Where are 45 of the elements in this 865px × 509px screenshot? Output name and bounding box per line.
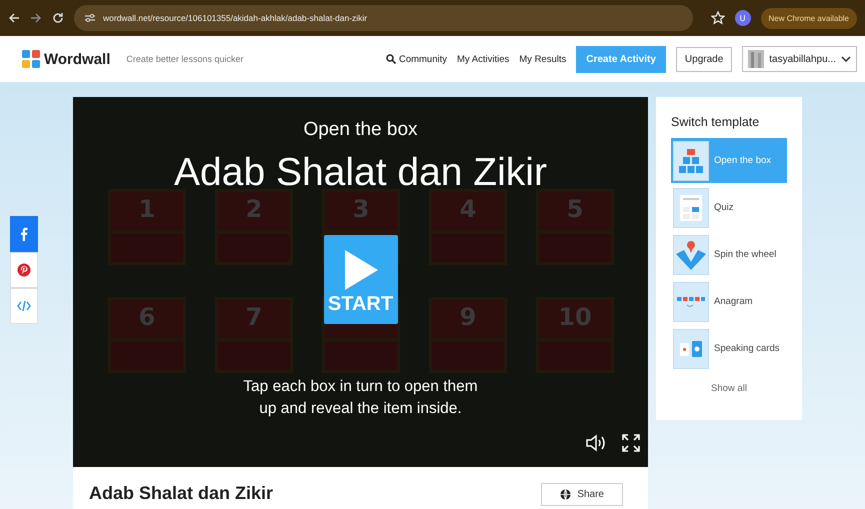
template-option[interactable]: Spin the wheel	[671, 232, 787, 277]
chevron-down-icon	[841, 56, 851, 62]
cards-icon	[679, 340, 703, 358]
show-all-link[interactable]: Show all	[671, 383, 787, 394]
activity-title: Adab Shalat dan Zikir	[89, 483, 274, 504]
tagline: Create better lessons quicker	[126, 54, 244, 64]
code-icon	[17, 301, 31, 311]
template-name: Open the box	[303, 119, 418, 141]
panel-title: Switch template	[671, 115, 760, 129]
site-settings-icon[interactable]	[84, 13, 96, 23]
user-menu[interactable]: tasyabillahpu...	[742, 46, 857, 72]
wheel-icon	[676, 240, 706, 270]
bookmark-star-icon[interactable]	[710, 11, 725, 25]
facebook-share-button[interactable]	[10, 216, 38, 252]
logo-text[interactable]: Wordwall	[44, 50, 110, 68]
globe-icon	[560, 489, 572, 500]
avatar-picture-icon	[748, 50, 764, 68]
template-option[interactable]: Anagram	[671, 279, 787, 324]
boxes-icon	[679, 148, 703, 172]
quiz-icon	[680, 194, 702, 220]
pinterest-share-button[interactable]	[10, 252, 38, 288]
template-option[interactable]: Speaking cards	[671, 326, 787, 371]
reload-icon[interactable]	[52, 12, 64, 24]
back-icon[interactable]	[8, 12, 20, 24]
profile-avatar[interactable]: U	[734, 10, 751, 26]
fullscreen-icon[interactable]	[621, 433, 641, 453]
letter-tiles-icon	[677, 294, 705, 308]
address-bar[interactable]: wordwall.net/resource/106101355/akidah-akhlak/adab-shalat-dan-zikir	[74, 5, 693, 31]
community-link[interactable]: Community	[386, 54, 447, 64]
game-title: Adab Shalat dan Zikir	[174, 151, 547, 195]
embed-button[interactable]	[10, 288, 38, 324]
sound-icon[interactable]	[586, 434, 606, 452]
facebook-icon	[20, 227, 28, 241]
instructions: Tap each box in turn to open them up and reveal the item inside.	[242, 377, 479, 419]
update-button[interactable]: New Chrome available	[760, 8, 857, 28]
nav-link[interactable]: My Results	[519, 54, 566, 64]
template-option[interactable]: Quiz	[671, 185, 787, 230]
pinterest-icon	[17, 263, 31, 277]
forward-icon[interactable]	[30, 12, 42, 24]
logo-icon	[22, 50, 40, 68]
share-button[interactable]: Share	[541, 483, 623, 506]
upgrade-button[interactable]: Upgrade	[676, 46, 732, 72]
search-icon	[386, 54, 396, 64]
play-icon	[342, 248, 378, 290]
nav-link[interactable]: My Activities	[457, 54, 510, 64]
